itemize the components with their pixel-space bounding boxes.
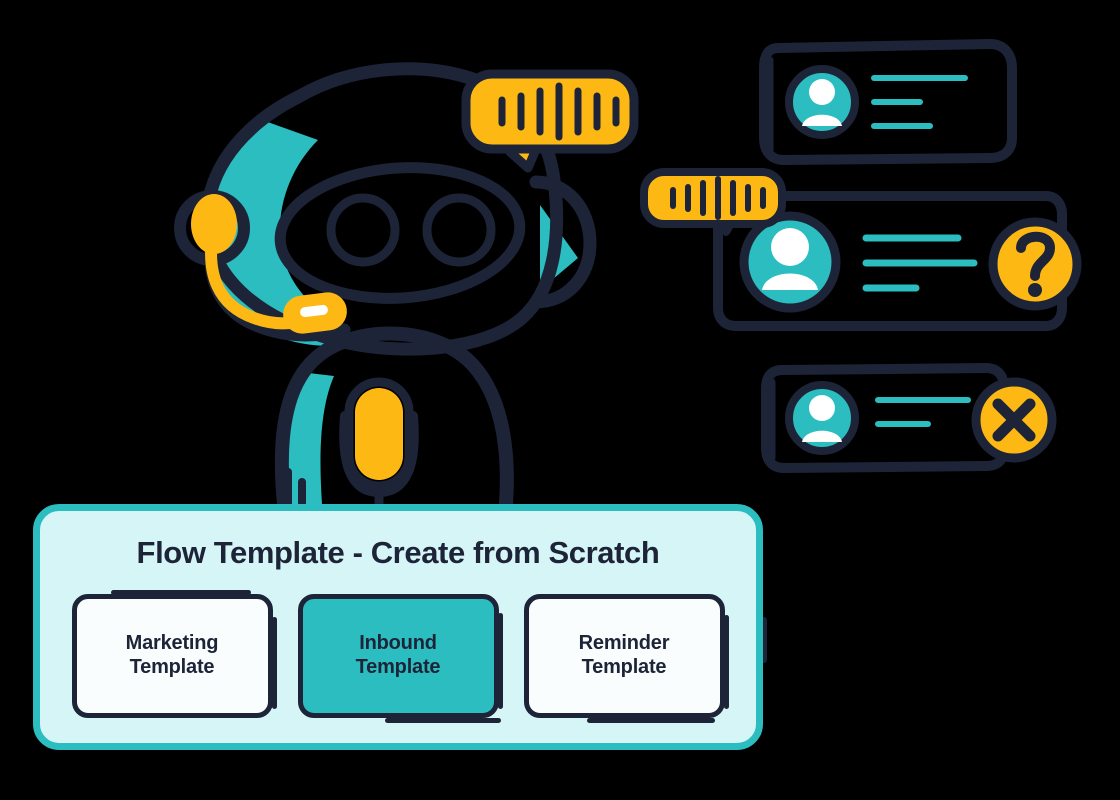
- inbound-sketch-bottom: [384, 718, 501, 723]
- marketing-sketch-right: [271, 617, 277, 709]
- voice-waveform-icon-top: [498, 82, 620, 141]
- template-option-inbound-label: Inbound Template: [355, 632, 441, 678]
- marketing-sketch-top: [110, 590, 251, 595]
- reminder-sketch-bottom: [586, 718, 715, 723]
- question-mark-icon[interactable]: [988, 217, 1082, 311]
- chat-card-1[interactable]: [759, 39, 1017, 165]
- close-x-icon[interactable]: [971, 377, 1057, 463]
- flow-template-panel: Flow Template - Create from Scratch Mark…: [33, 504, 763, 750]
- bubble-body-top: [461, 69, 639, 154]
- panel-title: Flow Template - Create from Scratch: [136, 535, 660, 570]
- earpiece-icon: [191, 194, 237, 254]
- template-option-reminder[interactable]: Reminder Template: [523, 594, 729, 723]
- eye-right-icon: [422, 193, 496, 267]
- voice-bubble-mid: [640, 168, 786, 236]
- template-option-inbound[interactable]: Inbound Template: [297, 594, 503, 723]
- eye-left-icon: [326, 193, 400, 267]
- voice-waveform-icon-mid: [670, 176, 766, 220]
- inbound-sketch-right: [497, 613, 503, 709]
- reminder-sketch-right: [723, 615, 729, 709]
- chat-card-2[interactable]: [640, 168, 1082, 331]
- template-option-reminder-label: Reminder Template: [578, 632, 670, 678]
- illustration-canvas: Flow Template - Create from Scratch Mark…: [0, 0, 1120, 800]
- user-avatar-icon-1: [785, 65, 859, 139]
- template-option-marketing-label: Marketing Template: [125, 632, 219, 678]
- card-3-text-lines: [875, 397, 971, 427]
- template-option-marketing[interactable]: Marketing Template: [71, 590, 277, 718]
- microphone-icon: [339, 377, 419, 512]
- mic-capsule: [355, 388, 403, 480]
- chat-card-3[interactable]: [761, 363, 1057, 473]
- robot-body: [274, 326, 514, 512]
- user-avatar-icon-2: [739, 211, 841, 313]
- card-1-text-lines: [871, 75, 968, 129]
- user-avatar-icon-3: [785, 381, 859, 455]
- card-2-text-lines: [862, 234, 978, 292]
- template-options-row: Marketing Template Inbound Template Remi…: [71, 590, 729, 723]
